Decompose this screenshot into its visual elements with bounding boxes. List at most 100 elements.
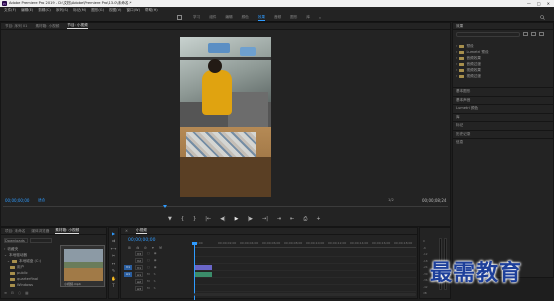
lock-icon[interactable]: ▢	[147, 251, 150, 255]
track-lane[interactable]	[194, 250, 416, 257]
track-lane[interactable]	[194, 278, 416, 285]
menu-marker[interactable]: 标记(M)	[73, 8, 86, 13]
eye-icon[interactable]: ◉	[154, 265, 157, 269]
play-button[interactable]: ▶	[235, 216, 239, 222]
tab-program-video[interactable]: 节目: 小视频	[67, 23, 88, 29]
workspace-tab-assembly[interactable]: 组件	[209, 15, 216, 20]
add-marker-button[interactable]: ▼	[168, 216, 172, 222]
tab-project[interactable]: 项目: 未命名	[5, 229, 25, 234]
ripple-edit-tool-icon[interactable]: ⟷	[111, 246, 117, 251]
go-to-in-button[interactable]: |←	[205, 216, 211, 222]
track-lane[interactable]	[194, 271, 416, 278]
playback-resolution-dropdown[interactable]: 1/2	[388, 198, 394, 202]
track-select-tool-icon[interactable]: ⇉	[111, 238, 117, 243]
time-ruler[interactable]: 00;00 00;00;02;00 00;00;04;00 00;00;06;0…	[194, 239, 416, 248]
section-lumetri-color[interactable]: Lumetri 颜色	[453, 104, 553, 113]
playhead-timecode[interactable]: 00;00;00;00	[5, 198, 29, 203]
workspace-more-button[interactable]: »	[319, 16, 321, 20]
tab-bin-video[interactable]: 素材箱: 小视频	[55, 228, 80, 234]
lift-button[interactable]: ⇥	[277, 216, 281, 222]
menu-view[interactable]: 视图(V)	[109, 8, 121, 13]
tree-windows[interactable]: Windows	[4, 282, 41, 288]
lock-icon[interactable]: ▢	[147, 258, 150, 262]
eye-icon[interactable]: ◉	[154, 251, 157, 255]
section-essential-sound[interactable]: 基本声音	[453, 95, 553, 105]
hand-tool-icon[interactable]: ✋	[111, 276, 117, 281]
menu-sequence[interactable]: 序列(S)	[56, 8, 68, 13]
bin-search-input[interactable]	[30, 238, 52, 243]
fit-dropdown[interactable]: 适合	[38, 198, 45, 203]
solo-icon[interactable]: S	[154, 279, 156, 283]
icon-view-icon[interactable]: ⊟	[11, 291, 14, 295]
export-frame-button[interactable]: ⎙	[303, 216, 307, 222]
go-to-out-button[interactable]: →|	[262, 216, 268, 222]
workspace-tab-effects[interactable]: 效果	[257, 15, 265, 21]
workspace-tab-learn[interactable]: 学习	[193, 15, 200, 20]
extract-button[interactable]: ⇤	[290, 216, 294, 222]
step-forward-button[interactable]: |▶	[248, 216, 254, 222]
mark-out-button[interactable]: }	[193, 216, 196, 222]
track-lane[interactable]	[194, 285, 416, 292]
section-info[interactable]: 信息	[453, 138, 553, 147]
monitor-scrub-bar[interactable]	[3, 206, 448, 210]
slip-tool-icon[interactable]: ↔	[111, 261, 117, 266]
menu-window[interactable]: 窗口(W)	[126, 8, 140, 13]
monitor-playhead[interactable]	[163, 205, 167, 208]
eye-icon[interactable]: ◉	[154, 258, 157, 262]
section-libraries[interactable]: 库	[453, 112, 553, 122]
yuv-filter-icon[interactable]	[539, 32, 544, 36]
list-view-icon[interactable]: ≡	[4, 291, 7, 295]
pen-tool-icon[interactable]: ✎	[111, 268, 117, 273]
maximize-button[interactable]: □	[537, 1, 541, 6]
section-markers[interactable]: 标记	[453, 121, 553, 130]
zoom-slider-icon[interactable]: ○	[18, 291, 21, 295]
step-back-button[interactable]: ◀|	[220, 216, 226, 222]
lock-icon[interactable]: ▢	[147, 265, 150, 269]
minimize-button[interactable]: —	[527, 1, 531, 6]
location-dropdown[interactable]: Downloads	[4, 238, 28, 243]
mark-in-button[interactable]: {	[181, 216, 184, 222]
type-tool-icon[interactable]: T	[111, 283, 117, 288]
video-clip[interactable]	[194, 265, 212, 270]
solo-icon[interactable]: S	[154, 286, 156, 290]
home-icon[interactable]	[177, 15, 182, 20]
timeline-playhead[interactable]	[194, 244, 195, 300]
menu-file[interactable]: 文件(F)	[4, 8, 16, 13]
menu-edit[interactable]: 编辑(E)	[21, 8, 33, 13]
section-essential-graphics[interactable]: 基本图形	[453, 87, 553, 96]
workspace-tab-editing[interactable]: 编辑	[225, 15, 232, 20]
effect-folder-video-transitions[interactable]: › 视频过渡	[456, 73, 489, 79]
timeline-timecode[interactable]: 00;00;00;00	[128, 238, 155, 243]
tab-bin[interactable]: 素材箱: 小视频	[35, 24, 59, 29]
workspace-tab-libraries[interactable]: 库	[306, 15, 310, 20]
clip-thumbnail[interactable]: 小视频.mp4	[60, 245, 105, 287]
tab-media-browser[interactable]: 媒体浏览器	[31, 229, 49, 234]
32bit-filter-icon[interactable]	[531, 32, 536, 36]
tab-program-sequence[interactable]: 节目: 序列 01	[5, 24, 27, 29]
accelerated-filter-icon[interactable]	[523, 32, 528, 36]
menu-clip[interactable]: 剪辑(C)	[38, 8, 51, 13]
menu-help[interactable]: 帮助(H)	[145, 8, 158, 13]
mute-icon[interactable]: M	[147, 286, 150, 290]
video-frame[interactable]	[180, 37, 271, 197]
track-lane[interactable]	[194, 257, 416, 264]
menu-graphics[interactable]: 图形(G)	[91, 8, 104, 13]
close-button[interactable]: ✕	[547, 1, 550, 6]
workspace-tab-audio[interactable]: 音频	[274, 15, 281, 20]
solo-icon[interactable]: S	[154, 272, 156, 276]
workspace-tab-graphics[interactable]: 图形	[290, 15, 297, 20]
search-icon[interactable]	[540, 15, 545, 20]
storyboard-icon[interactable]: ▦	[25, 291, 28, 295]
timeline-scrollbar[interactable]	[194, 293, 416, 296]
tab-timeline-sequence[interactable]: 小视频	[136, 228, 147, 234]
audio-clip[interactable]	[194, 272, 212, 277]
effects-search-input[interactable]	[456, 32, 520, 37]
workspace-tab-color[interactable]: 颜色	[242, 15, 249, 20]
section-history[interactable]: 历史记录	[453, 129, 553, 139]
selection-tool-icon[interactable]: ▶	[111, 231, 117, 236]
mute-icon[interactable]: M	[147, 279, 150, 283]
mute-icon[interactable]: M	[147, 272, 150, 276]
track-lane[interactable]	[194, 264, 416, 271]
button-editor-button[interactable]: +	[316, 216, 320, 222]
razor-tool-icon[interactable]: ✂	[111, 253, 117, 258]
